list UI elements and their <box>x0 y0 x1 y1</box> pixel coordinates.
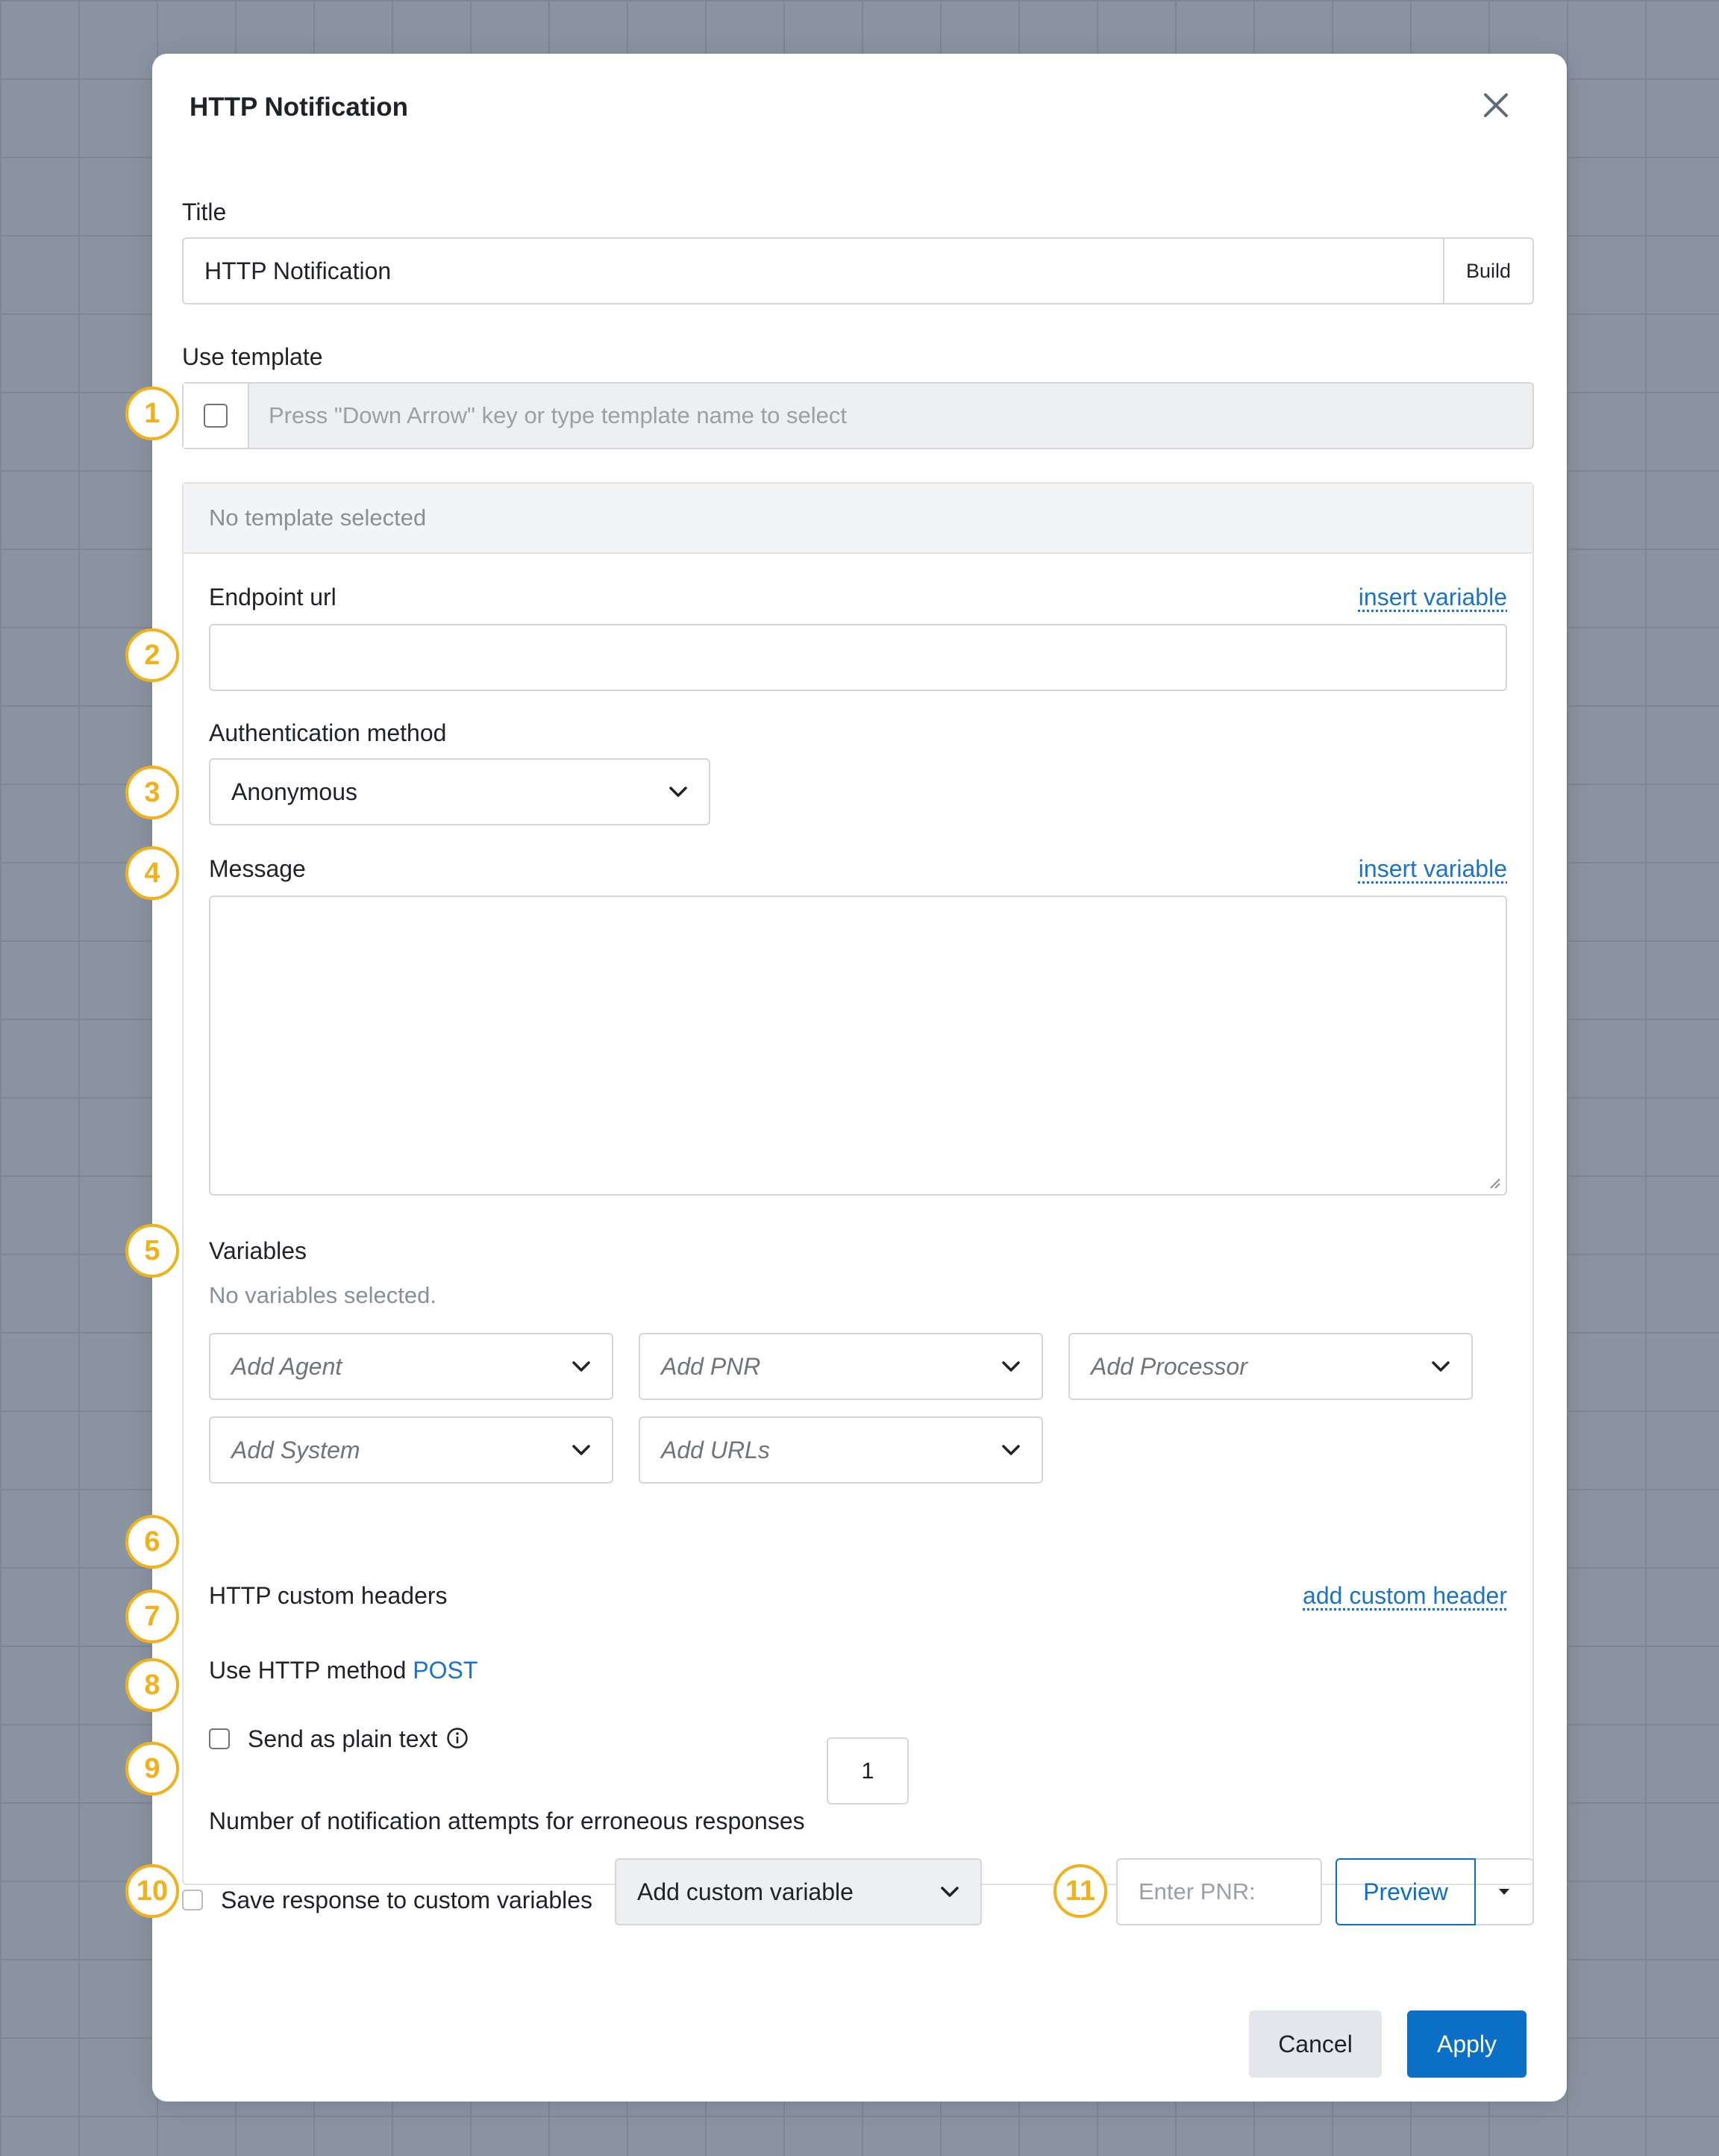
auth-label: Authentication method <box>209 719 447 746</box>
dialog-title: HTTP Notification <box>190 93 408 122</box>
add-system-value: Add System <box>231 1436 360 1463</box>
add-agent-value: Add Agent <box>231 1352 342 1380</box>
no-template-text: No template selected <box>209 504 427 531</box>
resize-handle-icon[interactable] <box>1486 1175 1501 1190</box>
preview-dropdown-button[interactable] <box>1476 1858 1534 1925</box>
annotation-badge-10: 10 <box>125 1864 179 1918</box>
add-pnr-select[interactable]: Add PNR <box>639 1333 1043 1400</box>
chevron-down-icon <box>1432 1361 1450 1372</box>
pnr-input[interactable]: Enter PNR: <box>1116 1858 1322 1925</box>
add-custom-variable-value: Add custom variable <box>637 1878 854 1905</box>
add-processor-value: Add Processor <box>1091 1352 1247 1380</box>
endpoint-label: Endpoint url <box>209 584 336 610</box>
message-insert-variable-link[interactable]: insert variable <box>1359 855 1507 883</box>
no-variables-text: No variables selected. <box>209 1282 436 1308</box>
message-label: Message <box>209 855 306 882</box>
attempts-label: Number of notification attempts for erro… <box>209 1807 805 1834</box>
custom-headers-label: HTTP custom headers <box>209 1582 448 1609</box>
annotation-badge-9: 9 <box>125 1742 179 1796</box>
preview-button[interactable]: Preview <box>1336 1858 1476 1925</box>
template-checkbox[interactable] <box>204 404 228 428</box>
endpoint-url-input[interactable] <box>209 624 1507 691</box>
save-response-checkbox[interactable] <box>182 1890 203 1910</box>
chevron-down-icon <box>1002 1361 1020 1372</box>
apply-button[interactable]: Apply <box>1407 2010 1527 2078</box>
add-urls-select[interactable]: Add URLs <box>639 1416 1043 1484</box>
annotation-badge-5: 5 <box>125 1224 179 1278</box>
endpoint-insert-variable-link[interactable]: insert variable <box>1359 584 1507 611</box>
attempts-input[interactable]: 1 <box>827 1737 909 1805</box>
add-agent-select[interactable]: Add Agent <box>209 1333 613 1400</box>
info-icon[interactable] <box>446 1727 469 1749</box>
chevron-down-icon <box>941 1887 959 1897</box>
build-button[interactable]: Build <box>1443 239 1532 303</box>
http-method-prefix: Use HTTP method <box>209 1657 407 1684</box>
template-select-group: Press "Down Arrow" key or type template … <box>182 382 1534 449</box>
chevron-down-icon <box>1002 1445 1020 1455</box>
annotation-badge-1: 1 <box>125 387 179 440</box>
annotation-badge-2: 2 <box>125 628 179 682</box>
title-input-group: HTTP Notification Build <box>182 237 1534 304</box>
chevron-down-icon <box>572 1445 590 1455</box>
annotation-badge-11: 11 <box>1053 1864 1107 1918</box>
template-panel-header: No template selected <box>184 484 1532 554</box>
add-pnr-value: Add PNR <box>661 1352 761 1380</box>
http-method-toggle[interactable]: POST <box>413 1657 478 1684</box>
http-notification-dialog: HTTP Notification Title HTTP Notificatio… <box>152 54 1567 2102</box>
message-textarea[interactable] <box>209 896 1507 1196</box>
save-response-label: Save response to custom variables <box>221 1887 593 1913</box>
caret-down-icon <box>1499 1889 1509 1895</box>
title-input[interactable]: HTTP Notification <box>184 239 1443 303</box>
add-custom-variable-select[interactable]: Add custom variable <box>615 1858 982 1925</box>
chevron-down-icon <box>572 1361 590 1372</box>
auth-method-value: Anonymous <box>231 778 357 805</box>
add-system-select[interactable]: Add System <box>209 1416 613 1484</box>
http-method-row: Use HTTP method POST <box>209 1657 478 1684</box>
add-processor-select[interactable]: Add Processor <box>1068 1333 1473 1400</box>
close-icon[interactable] <box>1480 90 1512 121</box>
cancel-button[interactable]: Cancel <box>1249 2010 1382 2078</box>
add-urls-value: Add URLs <box>661 1436 770 1463</box>
auth-method-select[interactable]: Anonymous <box>209 758 710 825</box>
use-template-label: Use template <box>182 343 323 370</box>
annotation-badge-4: 4 <box>125 846 179 900</box>
annotation-badge-8: 8 <box>125 1658 179 1712</box>
annotation-badge-3: 3 <box>125 766 179 819</box>
plain-text-checkbox[interactable] <box>209 1728 230 1749</box>
template-checkbox-wrap <box>184 384 249 448</box>
annotation-badge-7: 7 <box>125 1590 179 1643</box>
plain-text-label: Send as plain text <box>248 1725 438 1752</box>
title-label: Title <box>182 199 227 225</box>
add-custom-header-link[interactable]: add custom header <box>1303 1582 1507 1610</box>
annotation-badge-6: 6 <box>125 1515 179 1569</box>
variables-label: Variables <box>209 1237 307 1264</box>
chevron-down-icon <box>669 787 687 797</box>
template-search-input[interactable]: Press "Down Arrow" key or type template … <box>249 384 1532 448</box>
